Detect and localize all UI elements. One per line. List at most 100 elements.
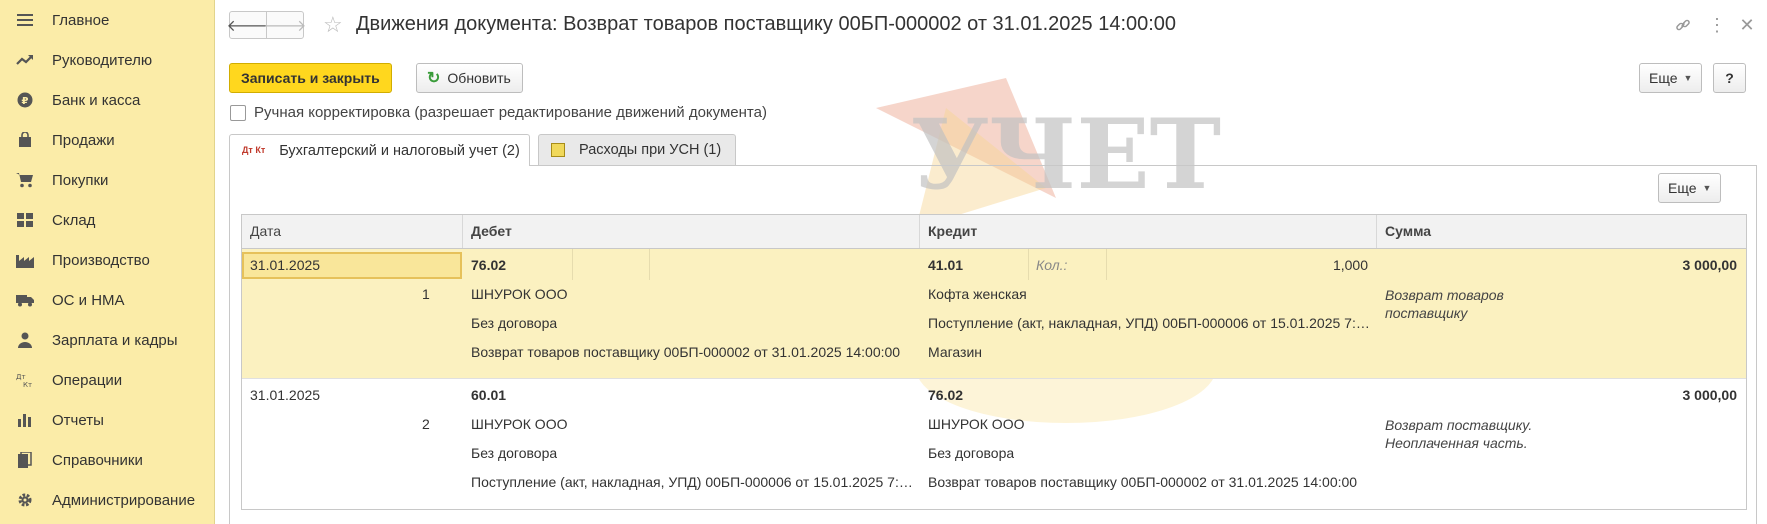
debit-account: 76.02 [471, 257, 507, 273]
sidebar-item-label: Операции [52, 371, 123, 389]
bar-chart-icon [16, 412, 34, 428]
page-title: Движения документа: Возврат товаров пост… [356, 13, 1177, 35]
column-header-credit[interactable]: Кредит [920, 215, 1377, 248]
sidebar-item-label: Администрирование [52, 491, 196, 509]
credit-account: 76.02 [928, 387, 964, 403]
sidebar-item-manager[interactable]: Руководителю [0, 40, 214, 80]
postings-table: Дата Дебет Кредит Сумма 31.01.2025 1 76.… [241, 214, 1747, 510]
sidebar-item-main[interactable]: Главное [0, 0, 214, 40]
sidebar-item-label: Руководителю [52, 51, 153, 69]
help-button[interactable]: ? [1713, 63, 1746, 93]
cell-divider [1106, 249, 1107, 280]
credit-subconto-2: Без договора [928, 445, 1015, 461]
sidebar-item-warehouse[interactable]: Склад [0, 200, 214, 240]
sidebar-item-purchases[interactable]: Покупки [0, 160, 214, 200]
person-icon [16, 332, 34, 348]
table-row[interactable]: 31.01.2025 1 76.02 ШНУРОК ООО Без догово… [242, 249, 1746, 379]
sidebar-item-label: Покупки [52, 171, 109, 189]
forward-button[interactable]: 🡒 [263, 11, 307, 39]
register-icon [551, 143, 565, 157]
table-more-button[interactable]: Еще ▼ [1658, 173, 1722, 203]
quantity-label: Кол.: [1036, 257, 1068, 273]
cell-divider [649, 249, 650, 280]
sidebar-item-admin[interactable]: Администрирование [0, 480, 214, 520]
credit-account: 41.01 [928, 257, 964, 273]
debit-subconto-1: ШНУРОК ООО [471, 286, 568, 302]
refresh-icon: ↻ [427, 70, 441, 87]
debit-subconto-2: Без договора [471, 445, 558, 461]
column-header-debit[interactable]: Дебет [463, 215, 920, 248]
sidebar-item-assets[interactable]: ОС и НМА [0, 280, 214, 320]
trend-icon [16, 52, 34, 68]
more-vertical-icon[interactable]: ⋮ [1706, 14, 1728, 36]
cell-divider [1028, 249, 1029, 280]
table-row[interactable]: 31.01.2025 2 60.01 ШНУРОК ООО Без догово… [242, 379, 1746, 509]
book-icon [16, 452, 34, 468]
favorite-star-icon[interactable]: ☆ [323, 11, 343, 39]
sidebar-item-label: Склад [52, 211, 96, 229]
gear-icon [16, 492, 34, 508]
cell-divider [572, 249, 573, 280]
credit-subconto-2: Поступление (акт, накладная, УПД) 00БП-0… [928, 315, 1373, 331]
manual-edit-checkbox-row[interactable]: Ручная корректировка (разрешает редактир… [230, 104, 767, 121]
row-amount: 3 000,00 [1682, 387, 1738, 403]
menu-icon [16, 12, 34, 28]
sidebar-item-salary[interactable]: Зарплата и кадры [0, 320, 214, 360]
back-button[interactable]: 🡐 [227, 11, 269, 39]
debit-credit-icon: Дт Кт [16, 372, 34, 388]
sidebar-item-references[interactable]: Справочники [0, 440, 214, 480]
debit-subconto-3: Возврат товаров поставщику 00БП-000002 о… [471, 344, 901, 360]
sidebar-item-label: Справочники [52, 451, 143, 469]
refresh-button[interactable]: ↻ Обновить [416, 63, 523, 93]
sidebar-item-label: ОС и НМА [52, 291, 125, 309]
tab-label: Расходы при УСН (1) [579, 142, 722, 158]
sidebar-item-reports[interactable]: Отчеты [0, 400, 214, 440]
tab-usn-expenses[interactable]: Расходы при УСН (1) [538, 134, 736, 165]
debit-subconto-1: ШНУРОК ООО [471, 416, 568, 432]
sidebar-item-label: Зарплата и кадры [52, 331, 178, 349]
arrow-right-icon: 🡒 [263, 17, 307, 35]
more-label: Еще [1668, 180, 1697, 196]
debit-subconto-3: Поступление (акт, накладная, УПД) 00БП-0… [471, 474, 916, 490]
credit-subconto-3: Возврат товаров поставщику 00БП-000002 о… [928, 474, 1358, 490]
table-header: Дата Дебет Кредит Сумма [242, 215, 1746, 249]
row-date: 31.01.2025 [250, 257, 321, 273]
close-icon[interactable]: ✕ [1736, 14, 1758, 36]
refresh-label: Обновить [447, 70, 511, 86]
ruble-icon: ₽ [16, 92, 34, 108]
more-label: Еще [1649, 70, 1678, 86]
save-and-close-button[interactable]: Записать и закрыть [229, 63, 392, 93]
link-icon[interactable] [1672, 14, 1694, 36]
chevron-down-icon: ▼ [1702, 183, 1712, 193]
sidebar-item-sales[interactable]: Продажи [0, 120, 214, 160]
truck-icon [16, 292, 34, 308]
tab-accounting[interactable]: Дт Кт Бухгалтерский и налоговый учет (2) [229, 134, 530, 166]
sidebar-item-bank[interactable]: ₽ Банк и касса [0, 80, 214, 120]
column-header-date[interactable]: Дата [242, 215, 463, 248]
column-header-amount[interactable]: Сумма [1377, 215, 1746, 248]
document-movements-form: УЧЕТ БЕЗ ЗАБОТ 🡐 🡒 ☆ Движения документа:… [216, 0, 1767, 524]
quantity-value: 1,000 [1332, 257, 1368, 273]
more-button[interactable]: Еще ▼ [1639, 63, 1703, 93]
credit-subconto-1: ШНУРОК ООО [928, 416, 1025, 432]
warehouse-icon [16, 212, 34, 228]
row-content: Возврат поставщику. Неоплаченная часть. [1385, 417, 1533, 451]
credit-subconto-1: Кофта женская [928, 286, 1027, 302]
svg-text:Дт: Дт [16, 373, 26, 381]
row-number: 1 [422, 286, 430, 302]
svg-text:Кт: Кт [23, 381, 32, 388]
sidebar-item-production[interactable]: Производство [0, 240, 214, 280]
sidebar: Главное Руководителю ₽ Банк и касса Прод… [0, 0, 215, 524]
row-amount: 3 000,00 [1682, 257, 1738, 273]
credit-subconto-3: Магазин [928, 344, 983, 360]
sidebar-item-operations[interactable]: Дт Кт Операции [0, 360, 214, 400]
manual-edit-checkbox[interactable] [230, 104, 246, 121]
sidebar-item-label: Производство [52, 251, 150, 269]
svg-text:₽: ₽ [22, 96, 29, 107]
debit-account: 60.01 [471, 387, 507, 403]
debit-credit-icon: Дт Кт [242, 145, 266, 155]
chevron-down-icon: ▼ [1683, 73, 1693, 83]
manual-edit-label: Ручная корректировка (разрешает редактир… [254, 104, 767, 121]
factory-icon [16, 252, 34, 268]
row-date: 31.01.2025 [250, 387, 321, 403]
